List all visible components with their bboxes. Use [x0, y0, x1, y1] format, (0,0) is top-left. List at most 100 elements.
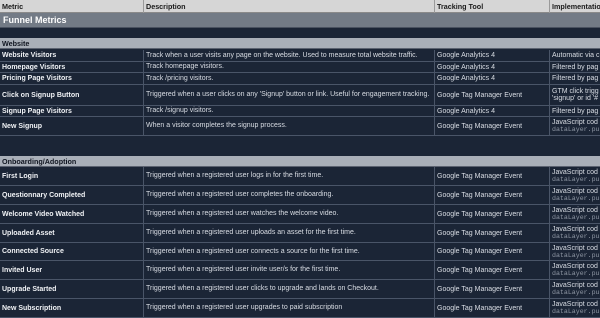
- cell-implementation-text: JavaScript cod: [552, 301, 598, 308]
- cell-implementation[interactable]: GTM click trigg'signup' or id '#: [550, 85, 600, 105]
- cell-tracking-tool[interactable]: Google Tag Manager Event: [435, 280, 550, 298]
- cell-implementation[interactable]: JavaScript cod dataLayer.pu: [550, 261, 600, 279]
- table-row[interactable]: Homepage Visitors Track homepage visitors…: [0, 62, 600, 73]
- table-row[interactable]: New Signup When a visitor completes the s…: [0, 117, 600, 136]
- cell-metric[interactable]: Uploaded Asset: [0, 224, 144, 242]
- cell-metric[interactable]: Signup Page Visitors: [0, 106, 144, 116]
- table-row[interactable]: Questionnary Completed Triggered when a r…: [0, 186, 600, 205]
- cell-tracking-tool[interactable]: Google Tag Manager Event: [435, 85, 550, 105]
- cell-implementation[interactable]: JavaScript cod dataLayer.pu: [550, 186, 600, 204]
- cell-description[interactable]: Triggered when a registered user invite …: [144, 261, 435, 279]
- cell-description[interactable]: Triggered when a registered user clicks …: [144, 280, 435, 298]
- table-row[interactable]: Signup Page Visitors Track /signup visito…: [0, 106, 600, 117]
- column-header-tracking-tool[interactable]: Tracking Tool: [435, 0, 550, 13]
- cell-implementation-text: JavaScript cod: [552, 169, 598, 176]
- cell-tracking-tool[interactable]: Google Tag Manager Event: [435, 299, 550, 317]
- cell-metric[interactable]: Questionnary Completed: [0, 186, 144, 204]
- table-row[interactable]: Website Visitors Track when a user visits…: [0, 50, 600, 62]
- cell-implementation-text: Filtered by pag: [552, 107, 599, 115]
- section-header-label: Onboarding/Adoption: [2, 157, 77, 166]
- cell-implementation-code: dataLayer.pu: [552, 233, 600, 240]
- table-row[interactable]: Welcome Video Watched Triggered when a re…: [0, 205, 600, 224]
- cell-implementation[interactable]: JavaScript cod dataLayer.pu: [550, 117, 600, 135]
- cell-implementation-code: dataLayer.pu: [552, 251, 600, 259]
- cell-metric[interactable]: Pricing Page Visitors: [0, 73, 144, 84]
- cell-tracking-tool[interactable]: Google Analytics 4: [435, 73, 550, 84]
- cell-description[interactable]: Triggered when a registered user uploads…: [144, 224, 435, 242]
- cell-description[interactable]: Triggered when a registered user complet…: [144, 186, 435, 204]
- cell-metric[interactable]: Invited User: [0, 261, 144, 279]
- cell-tracking-tool[interactable]: Google Tag Manager Event: [435, 205, 550, 223]
- cell-implementation[interactable]: Filtered by pag: [550, 73, 600, 84]
- cell-tracking-tool[interactable]: Google Tag Manager Event: [435, 261, 550, 279]
- table-row[interactable]: Invited User Triggered when a registered …: [0, 261, 600, 280]
- cell-metric[interactable]: Website Visitors: [0, 50, 144, 61]
- cell-tracking-tool[interactable]: Google Analytics 4: [435, 106, 550, 116]
- cell-tracking-tool[interactable]: Google Tag Manager Event: [435, 117, 550, 135]
- cell-description[interactable]: Track /pricing visitors.: [144, 73, 435, 84]
- column-header-implementation[interactable]: Implementatio: [550, 0, 600, 13]
- cell-implementation[interactable]: JavaScript cod dataLayer.pu: [550, 243, 600, 260]
- cell-description[interactable]: Triggered when a registered user watches…: [144, 205, 435, 223]
- cell-implementation[interactable]: JavaScript cod dataLayer.pu: [550, 167, 600, 185]
- table-row[interactable]: Click on Signup Button Triggered when a u…: [0, 85, 600, 106]
- cell-implementation-text: JavaScript cod: [552, 244, 598, 252]
- cell-implementation[interactable]: Automatic via c: [550, 50, 600, 61]
- cell-implementation-text-line2: 'signup' or id '#: [552, 95, 599, 102]
- table-row[interactable]: Pricing Page Visitors Track /pricing visi…: [0, 73, 600, 85]
- cell-tracking-tool[interactable]: Google Tag Manager Event: [435, 224, 550, 242]
- cell-implementation-text: JavaScript cod: [552, 226, 598, 233]
- cell-description[interactable]: Triggered when a registered user upgrade…: [144, 299, 435, 317]
- cell-description[interactable]: Triggered when a user clicks on any 'Sig…: [144, 85, 435, 105]
- cell-implementation-code: dataLayer.pu: [552, 126, 600, 133]
- cell-metric[interactable]: First Login: [0, 167, 144, 185]
- cell-tracking-tool[interactable]: Google Tag Manager Event: [435, 167, 550, 185]
- cell-description[interactable]: Track /signup visitors.: [144, 106, 435, 116]
- sheet-title-row[interactable]: Funnel Metrics: [0, 13, 600, 28]
- table-row[interactable]: Upgrade Started Triggered when a register…: [0, 280, 600, 299]
- cell-implementation-code: dataLayer.pu: [552, 308, 600, 315]
- table-row[interactable]: Uploaded Asset Triggered when a registere…: [0, 224, 600, 243]
- cell-tracking-tool[interactable]: Google Tag Manager Event: [435, 186, 550, 204]
- spreadsheet: Metric Description Tracking Tool Impleme…: [0, 0, 600, 318]
- cell-implementation[interactable]: JavaScript cod dataLayer.pu: [550, 205, 600, 223]
- column-header-description[interactable]: Description: [144, 0, 435, 13]
- table-row[interactable]: First Login Triggered when a registered u…: [0, 167, 600, 186]
- section-header-row[interactable]: Onboarding/Adoption: [0, 156, 600, 167]
- cell-implementation-code: dataLayer.pu: [552, 270, 600, 277]
- cell-description[interactable]: Track when a user visits any page on the…: [144, 50, 435, 61]
- cell-implementation-text: JavaScript cod: [552, 119, 598, 126]
- cell-tracking-tool[interactable]: Google Tag Manager Event: [435, 243, 550, 260]
- cell-metric[interactable]: Homepage Visitors: [0, 62, 144, 72]
- cell-metric[interactable]: Click on Signup Button: [0, 85, 144, 105]
- table-row[interactable]: New Subscription Triggered when a registe…: [0, 299, 600, 318]
- cell-metric[interactable]: New Subscription: [0, 299, 144, 317]
- cell-implementation-text: JavaScript cod: [552, 188, 598, 195]
- table-row[interactable]: Connected Source Triggered when a registe…: [0, 243, 600, 261]
- cell-implementation-text: JavaScript cod: [552, 263, 598, 270]
- spacer-row: [0, 29, 600, 38]
- cell-metric[interactable]: New Signup: [0, 117, 144, 135]
- cell-implementation-text: Filtered by pag: [552, 75, 599, 82]
- cell-implementation-code: dataLayer.pu: [552, 195, 600, 202]
- spacer-row: [0, 148, 600, 156]
- section-header-row[interactable]: Website: [0, 38, 600, 49]
- cell-metric[interactable]: Upgrade Started: [0, 280, 144, 298]
- cell-implementation-text: Filtered by pag: [552, 63, 599, 71]
- cell-description[interactable]: Triggered when a registered user logs in…: [144, 167, 435, 185]
- cell-tracking-tool[interactable]: Google Analytics 4: [435, 62, 550, 72]
- cell-implementation[interactable]: JavaScript cod dataLayer.pu: [550, 224, 600, 242]
- cell-implementation[interactable]: JavaScript cod dataLayer.pu: [550, 280, 600, 298]
- cell-metric[interactable]: Connected Source: [0, 243, 144, 260]
- cell-implementation[interactable]: Filtered by pag: [550, 106, 600, 116]
- cell-description[interactable]: When a visitor completes the signup proc…: [144, 117, 435, 135]
- cell-implementation[interactable]: Filtered by pag: [550, 62, 600, 72]
- cell-metric[interactable]: Welcome Video Watched: [0, 205, 144, 223]
- cell-description[interactable]: Triggered when a registered user connect…: [144, 243, 435, 260]
- cell-tracking-tool[interactable]: Google Analytics 4: [435, 50, 550, 61]
- sheet-title: Funnel Metrics: [3, 15, 67, 25]
- cell-description[interactable]: Track homepage visitors.: [144, 62, 435, 72]
- column-header-metric[interactable]: Metric: [0, 0, 144, 13]
- cell-implementation-code: dataLayer.pu: [552, 214, 600, 221]
- cell-implementation[interactable]: JavaScript cod dataLayer.pu: [550, 299, 600, 317]
